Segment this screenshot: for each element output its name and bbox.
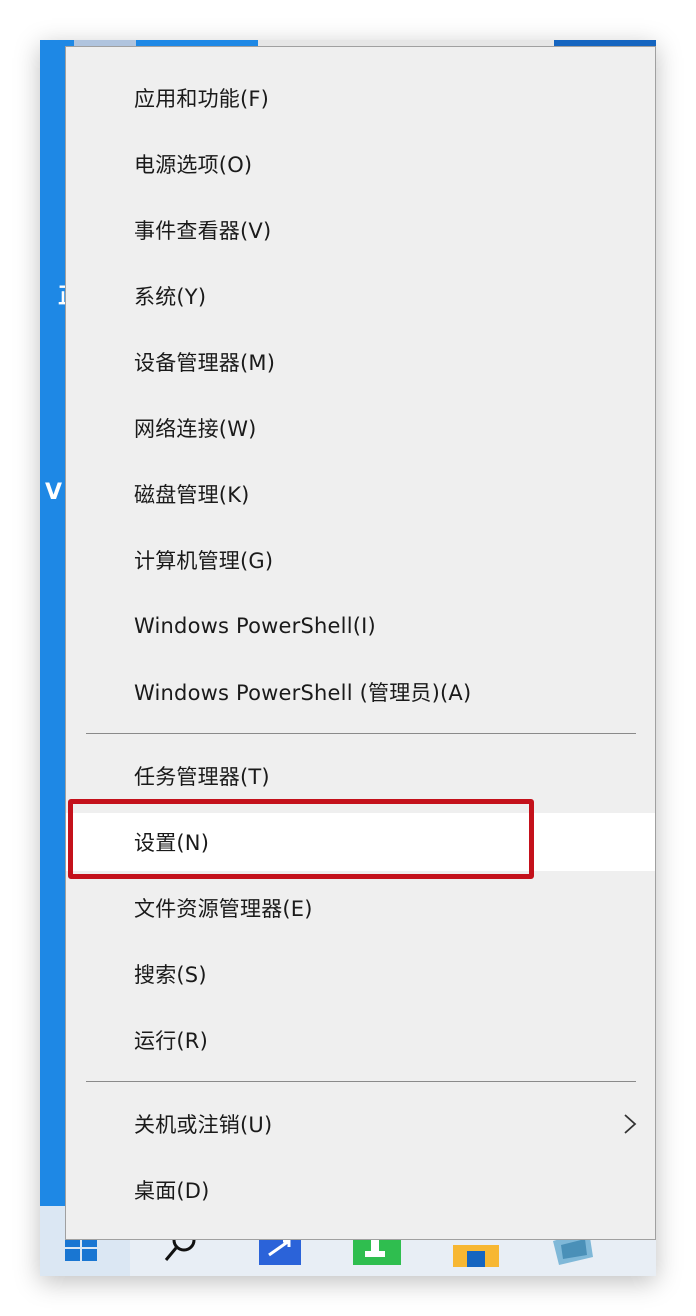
menu-item-label: 关机或注销(U) [134,1113,273,1137]
menu-item-shutdown-or-sign-out[interactable]: 关机或注销(U) [66,1095,655,1153]
chevron-right-icon [624,1114,637,1134]
menu-item-label: 网络连接(W) [134,417,257,441]
desktop-icon-label-fragment: V [45,480,63,505]
menu-item-label: 计算机管理(G) [134,549,274,573]
menu-item-label: 磁盘管理(K) [134,483,250,507]
menu-item-label: 任务管理器(T) [134,765,270,789]
menu-item-label: 文件资源管理器(E) [134,897,313,921]
menu-item-file-explorer[interactable]: 文件资源管理器(E) [66,879,655,937]
menu-item-network-connections[interactable]: 网络连接(W) [66,399,655,457]
menu-item-label: 设置(N) [134,831,210,855]
screen: 正 V [40,40,656,1276]
winx-context-menu: 应用和功能(F) 电源选项(O) 事件查看器(V) 系统(Y) 设备管理器(M) 网络连接… [65,46,656,1240]
menu-item-label: Windows PowerShell(I) [134,614,376,638]
menu-item-label: Windows PowerShell (管理员)(A) [134,681,472,705]
menu-item-powershell-admin[interactable]: Windows PowerShell (管理员)(A) [66,663,655,721]
menu-item-apps-and-features[interactable]: 应用和功能(F) [66,69,655,127]
menu-item-desktop[interactable]: 桌面(D) [66,1161,655,1219]
menu-item-device-manager[interactable]: 设备管理器(M) [66,333,655,391]
menu-item-label: 电源选项(O) [134,153,253,177]
menu-item-settings[interactable]: 设置(N) [66,813,655,871]
menu-separator [86,733,636,734]
menu-item-label: 桌面(D) [134,1179,210,1203]
menu-item-power-options[interactable]: 电源选项(O) [66,135,655,193]
menu-item-label: 事件查看器(V) [134,219,272,243]
menu-item-disk-management[interactable]: 磁盘管理(K) [66,465,655,523]
menu-item-run[interactable]: 运行(R) [66,1011,655,1069]
menu-item-powershell[interactable]: Windows PowerShell(I) [66,597,655,655]
menu-item-task-manager[interactable]: 任务管理器(T) [66,747,655,805]
menu-item-label: 设备管理器(M) [134,351,276,375]
menu-item-system[interactable]: 系统(Y) [66,267,655,325]
menu-item-label: 运行(R) [134,1029,208,1053]
menu-item-event-viewer[interactable]: 事件查看器(V) [66,201,655,259]
menu-item-label: 应用和功能(F) [134,87,270,111]
menu-item-label: 系统(Y) [134,285,207,309]
menu-item-computer-management[interactable]: 计算机管理(G) [66,531,655,589]
menu-item-label: 搜索(S) [134,963,207,987]
menu-item-search[interactable]: 搜索(S) [66,945,655,1003]
menu-separator [86,1081,636,1082]
